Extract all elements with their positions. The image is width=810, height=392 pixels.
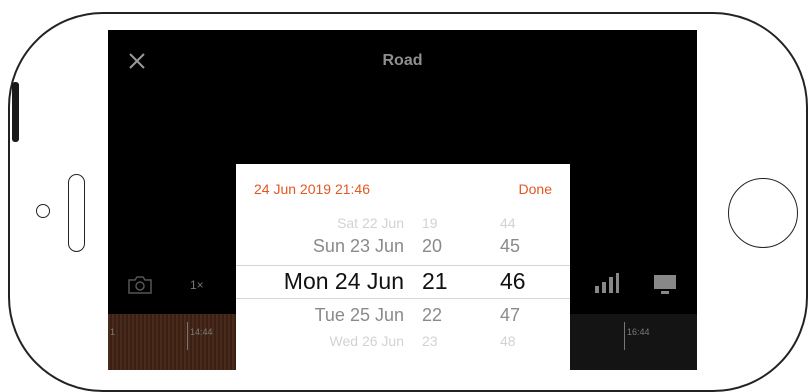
recorded-segment <box>108 314 236 370</box>
zoom-label[interactable]: 1× <box>190 278 204 292</box>
selected-datetime: 24 Jun 2019 21:46 <box>254 181 370 197</box>
page-title: Road <box>382 52 423 69</box>
speaker-slot <box>68 174 85 252</box>
day-cell: Sun 23 Jun <box>312 236 404 256</box>
date-time-picker[interactable]: 24 Jun 2019 21:46 Done Sat 22 Jun 19 44 … <box>236 164 570 380</box>
minute-cell: 46 <box>500 268 526 294</box>
timeline-label: 16:44 <box>627 327 650 337</box>
minute-cell: 47 <box>500 305 521 325</box>
hour-cell: 23 <box>422 333 438 349</box>
home-button[interactable] <box>728 178 798 248</box>
side-button <box>12 82 19 142</box>
front-camera <box>36 204 50 218</box>
hour-cell: 19 <box>422 215 438 231</box>
day-cell: Sat 22 Jun <box>337 215 404 231</box>
hour-cell: 21 <box>422 268 448 294</box>
timeline-tick <box>624 322 625 350</box>
timeline-tick <box>187 322 188 350</box>
signal-icon <box>594 272 620 299</box>
camera-icon[interactable] <box>128 276 152 299</box>
monitor-icon[interactable] <box>653 274 677 301</box>
timeline-label: 14:44 <box>190 327 213 337</box>
done-button[interactable]: Done <box>519 181 552 197</box>
hour-cell: 22 <box>422 305 443 325</box>
timeline-label: 1 <box>110 327 116 337</box>
minute-cell: 45 <box>500 236 521 256</box>
hour-cell: 20 <box>422 236 443 256</box>
minute-cell: 48 <box>500 333 516 349</box>
day-cell: Mon 24 Jun <box>283 268 404 294</box>
day-cell: Wed 26 Jun <box>329 333 404 349</box>
day-cell: Tue 25 Jun <box>314 305 404 325</box>
minute-cell: 44 <box>500 215 516 231</box>
